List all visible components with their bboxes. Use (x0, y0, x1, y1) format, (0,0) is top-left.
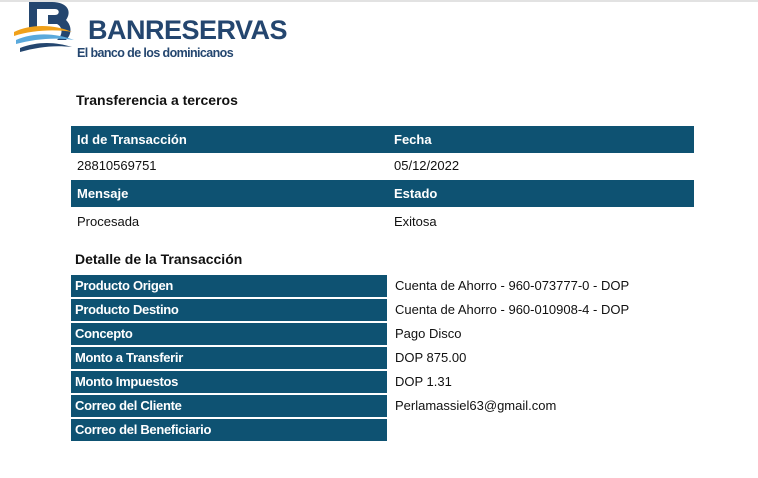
detail-label: Producto Destino (71, 299, 387, 321)
detail-section-title: Detalle de la Transacción (75, 251, 243, 267)
detail-label: Monto a Transferir (71, 347, 387, 369)
detail-value: Perlamassiel63@gmail.com (395, 398, 557, 413)
page-title: Transferencia a terceros (76, 92, 238, 108)
transaction-id-header: Id de Transacción (77, 132, 187, 147)
transaction-id-value: 28810569751 (77, 158, 157, 173)
status-value: Exitosa (394, 214, 437, 229)
message-header: Mensaje (77, 186, 129, 201)
status-header: Estado (394, 186, 438, 201)
detail-value: Pago Disco (395, 326, 462, 341)
date-value: 05/12/2022 (394, 158, 460, 173)
detail-label: Correo del Cliente (71, 395, 387, 417)
status-header-row: Mensaje Estado (71, 180, 694, 207)
detail-label: Concepto (71, 323, 387, 345)
summary-header-row: Id de Transacción Fecha (71, 126, 694, 153)
detail-label: Correo del Beneficiario (71, 419, 387, 441)
detail-value: Cuenta de Ahorro - 960-010908-4 - DOP (395, 302, 630, 317)
detail-value: DOP 875.00 (395, 350, 467, 365)
summary-value-row: 28810569751 05/12/2022 (71, 153, 694, 180)
message-value: Procesada (77, 214, 140, 229)
brand-name: BANRESERVAS (88, 15, 288, 45)
status-value-row: Procesada Exitosa (71, 209, 694, 236)
detail-label: Producto Origen (71, 275, 387, 297)
brand-tagline: El banco de los dominicanos (77, 46, 234, 60)
detail-value: Cuenta de Ahorro - 960-073777-0 - DOP (395, 278, 630, 293)
banreservas-logo: BANRESERVAS El banco de los dominicanos (10, 0, 288, 64)
detail-label: Monto Impuestos (71, 371, 387, 393)
date-header: Fecha (394, 132, 432, 147)
detail-value: DOP 1.31 (395, 374, 452, 389)
